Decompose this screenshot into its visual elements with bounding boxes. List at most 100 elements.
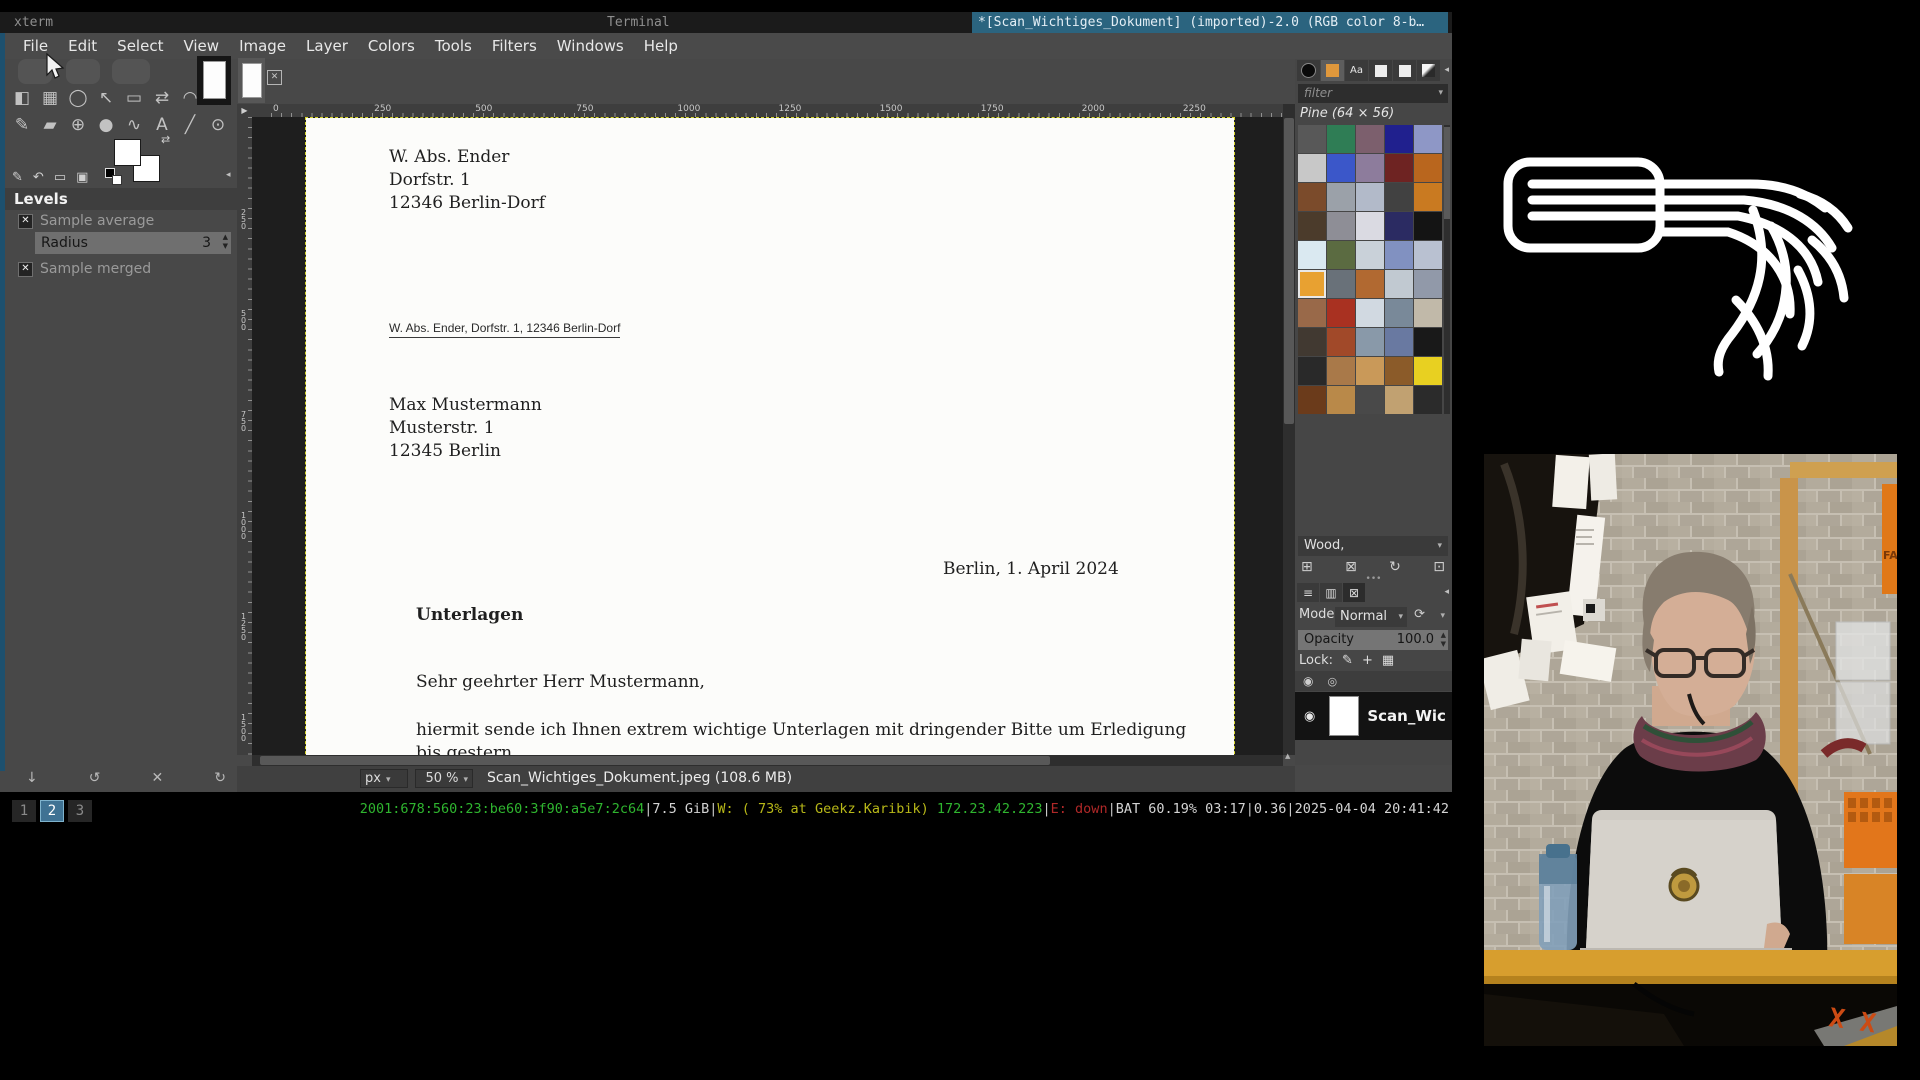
spinner-arrows-icon[interactable]: ▲▼	[1441, 631, 1446, 649]
rectangle-select-tool[interactable]: ▦	[36, 85, 64, 112]
layer-row[interactable]: ◉ Scan_Wic	[1295, 692, 1452, 740]
pattern-tile[interactable]	[1298, 183, 1326, 211]
workspace-2[interactable]: 2	[40, 800, 64, 822]
reset-options-button[interactable]: ↻	[214, 770, 226, 786]
pattern-tile[interactable]	[1385, 270, 1413, 298]
spinner-arrows-icon[interactable]: ▲▼	[223, 233, 228, 251]
pattern-tile[interactable]	[1356, 270, 1384, 298]
free-select-tool[interactable]: ◯	[64, 85, 92, 112]
crop-tool[interactable]: ▭	[120, 85, 148, 112]
dock-collapse-icon[interactable]: ◂	[226, 170, 231, 180]
pattern-tile[interactable]	[1298, 299, 1326, 327]
menu-windows[interactable]: Windows	[547, 34, 634, 58]
image-tab-active[interactable]	[197, 56, 231, 105]
menu-filters[interactable]: Filters	[482, 34, 547, 58]
pattern-tile[interactable]	[1298, 212, 1326, 240]
zoom-tool[interactable]: ⊙	[204, 112, 232, 139]
pattern-tile[interactable]	[1414, 328, 1442, 356]
pattern-tile[interactable]	[1414, 386, 1442, 414]
pattern-tile[interactable]	[1327, 154, 1355, 182]
pattern-tile[interactable]	[1356, 299, 1384, 327]
pattern-tile[interactable]	[1327, 270, 1355, 298]
canvas-viewport[interactable]: W. Abs. EnderDorfstr. 112346 Berlin-Dorf…	[252, 117, 1283, 755]
menu-tools[interactable]: Tools	[425, 34, 482, 58]
pattern-tile[interactable]	[1356, 183, 1384, 211]
pattern-tile[interactable]	[1327, 328, 1355, 356]
pattern-tile[interactable]	[1414, 241, 1442, 269]
dock-handle[interactable]: •••	[1295, 576, 1452, 582]
alignment-tool[interactable]: ◧	[8, 85, 36, 112]
pattern-tile[interactable]	[1385, 299, 1413, 327]
foreground-color-swatch[interactable]	[114, 139, 141, 166]
menu-layer[interactable]: Layer	[296, 34, 358, 58]
pattern-tile[interactable]	[1385, 212, 1413, 240]
opacity-slider[interactable]: Opacity 100.0 ▲▼	[1298, 630, 1448, 650]
colors-tab[interactable]: ▣	[76, 170, 88, 185]
pattern-tile[interactable]	[1356, 154, 1384, 182]
fonts-tab[interactable]: Aa	[1345, 60, 1368, 81]
sample-merged-checkbox[interactable]: ✕	[18, 262, 33, 277]
pattern-tile[interactable]	[1356, 386, 1384, 414]
paths-tool[interactable]: ∿	[120, 112, 148, 139]
lock-alpha-icon[interactable]: ▦	[1382, 653, 1394, 668]
pattern-tile[interactable]	[1385, 328, 1413, 356]
pattern-tile[interactable]	[1385, 125, 1413, 153]
delete-pattern-button[interactable]: ⊠	[1345, 559, 1357, 575]
dock-collapse-icon[interactable]: ◂	[1444, 587, 1449, 597]
restore-preset-button[interactable]: ↺	[89, 770, 101, 786]
eraser-tool[interactable]: ▰	[36, 112, 64, 139]
visibility-icon[interactable]: ◉	[1303, 674, 1313, 688]
pattern-tile[interactable]	[1385, 183, 1413, 211]
vertical-scrollbar-thumb[interactable]	[1284, 118, 1294, 424]
sample-average-checkbox[interactable]: ✕	[18, 214, 33, 229]
clone-tool[interactable]: ⊕	[64, 112, 92, 139]
mode-switch-icon[interactable]: ⟳	[1414, 607, 1425, 622]
open-pattern-button[interactable]: ⊡	[1433, 559, 1445, 575]
layer-mode-select[interactable]: Normal ▾	[1335, 607, 1407, 627]
menu-image[interactable]: Image	[229, 34, 296, 58]
workspace-3[interactable]: 3	[68, 800, 92, 822]
patterns-tab[interactable]	[1321, 60, 1344, 81]
pattern-filter-input[interactable]: filter ▾	[1298, 84, 1448, 103]
pattern-tile[interactable]	[1414, 270, 1442, 298]
pattern-tile[interactable]	[1298, 125, 1326, 153]
pattern-tile[interactable]	[1298, 270, 1326, 298]
save-preset-button[interactable]: ↓	[26, 770, 38, 786]
pattern-scrollbar[interactable]	[1444, 125, 1450, 414]
color-picker-tool[interactable]: ╱	[176, 112, 204, 139]
pattern-tile[interactable]	[1298, 241, 1326, 269]
pattern-tile[interactable]	[1327, 183, 1355, 211]
horizontal-scrollbar-thumb[interactable]	[260, 756, 1050, 765]
vertical-scrollbar[interactable]	[1283, 104, 1295, 755]
pattern-tile[interactable]	[1414, 299, 1442, 327]
pattern-tile[interactable]	[1298, 328, 1326, 356]
pattern-tile[interactable]	[1356, 357, 1384, 385]
workspace-1[interactable]: 1	[12, 800, 36, 822]
pattern-tile[interactable]	[1385, 154, 1413, 182]
pattern-tile[interactable]	[1414, 212, 1442, 240]
tool-options-tab[interactable]: ✎	[12, 170, 23, 185]
swap-colors-icon[interactable]: ⇄	[161, 133, 170, 146]
pattern-footer-combo[interactable]: Wood, ▾	[1298, 536, 1448, 556]
pattern-tile[interactable]	[1414, 357, 1442, 385]
pattern-tile[interactable]	[1298, 154, 1326, 182]
lock-pixels-icon[interactable]: ✎	[1342, 653, 1353, 668]
pattern-tile[interactable]	[1327, 241, 1355, 269]
pattern-tile[interactable]	[1298, 357, 1326, 385]
transform-tool[interactable]: ⇄	[148, 85, 176, 112]
layers-tab[interactable]: ≡	[1297, 583, 1319, 602]
pattern-tile[interactable]	[1356, 212, 1384, 240]
pattern-scrollbar-thumb[interactable]	[1444, 127, 1450, 219]
palettes-tab[interactable]	[1369, 60, 1392, 81]
menu-help[interactable]: Help	[634, 34, 688, 58]
menu-view[interactable]: View	[173, 34, 229, 58]
brushes-tab[interactable]	[1297, 60, 1320, 81]
close-tab-icon[interactable]: ✕	[267, 70, 282, 85]
tool-presets-tab[interactable]	[1417, 60, 1440, 81]
pattern-tile[interactable]	[1327, 212, 1355, 240]
chevron-down-icon[interactable]: ▾	[1440, 611, 1445, 621]
refresh-patterns-button[interactable]: ↻	[1389, 559, 1401, 575]
gradients-tab[interactable]	[1393, 60, 1416, 81]
pattern-tile[interactable]	[1414, 125, 1442, 153]
paths-tab[interactable]: ⊠	[1343, 583, 1365, 602]
